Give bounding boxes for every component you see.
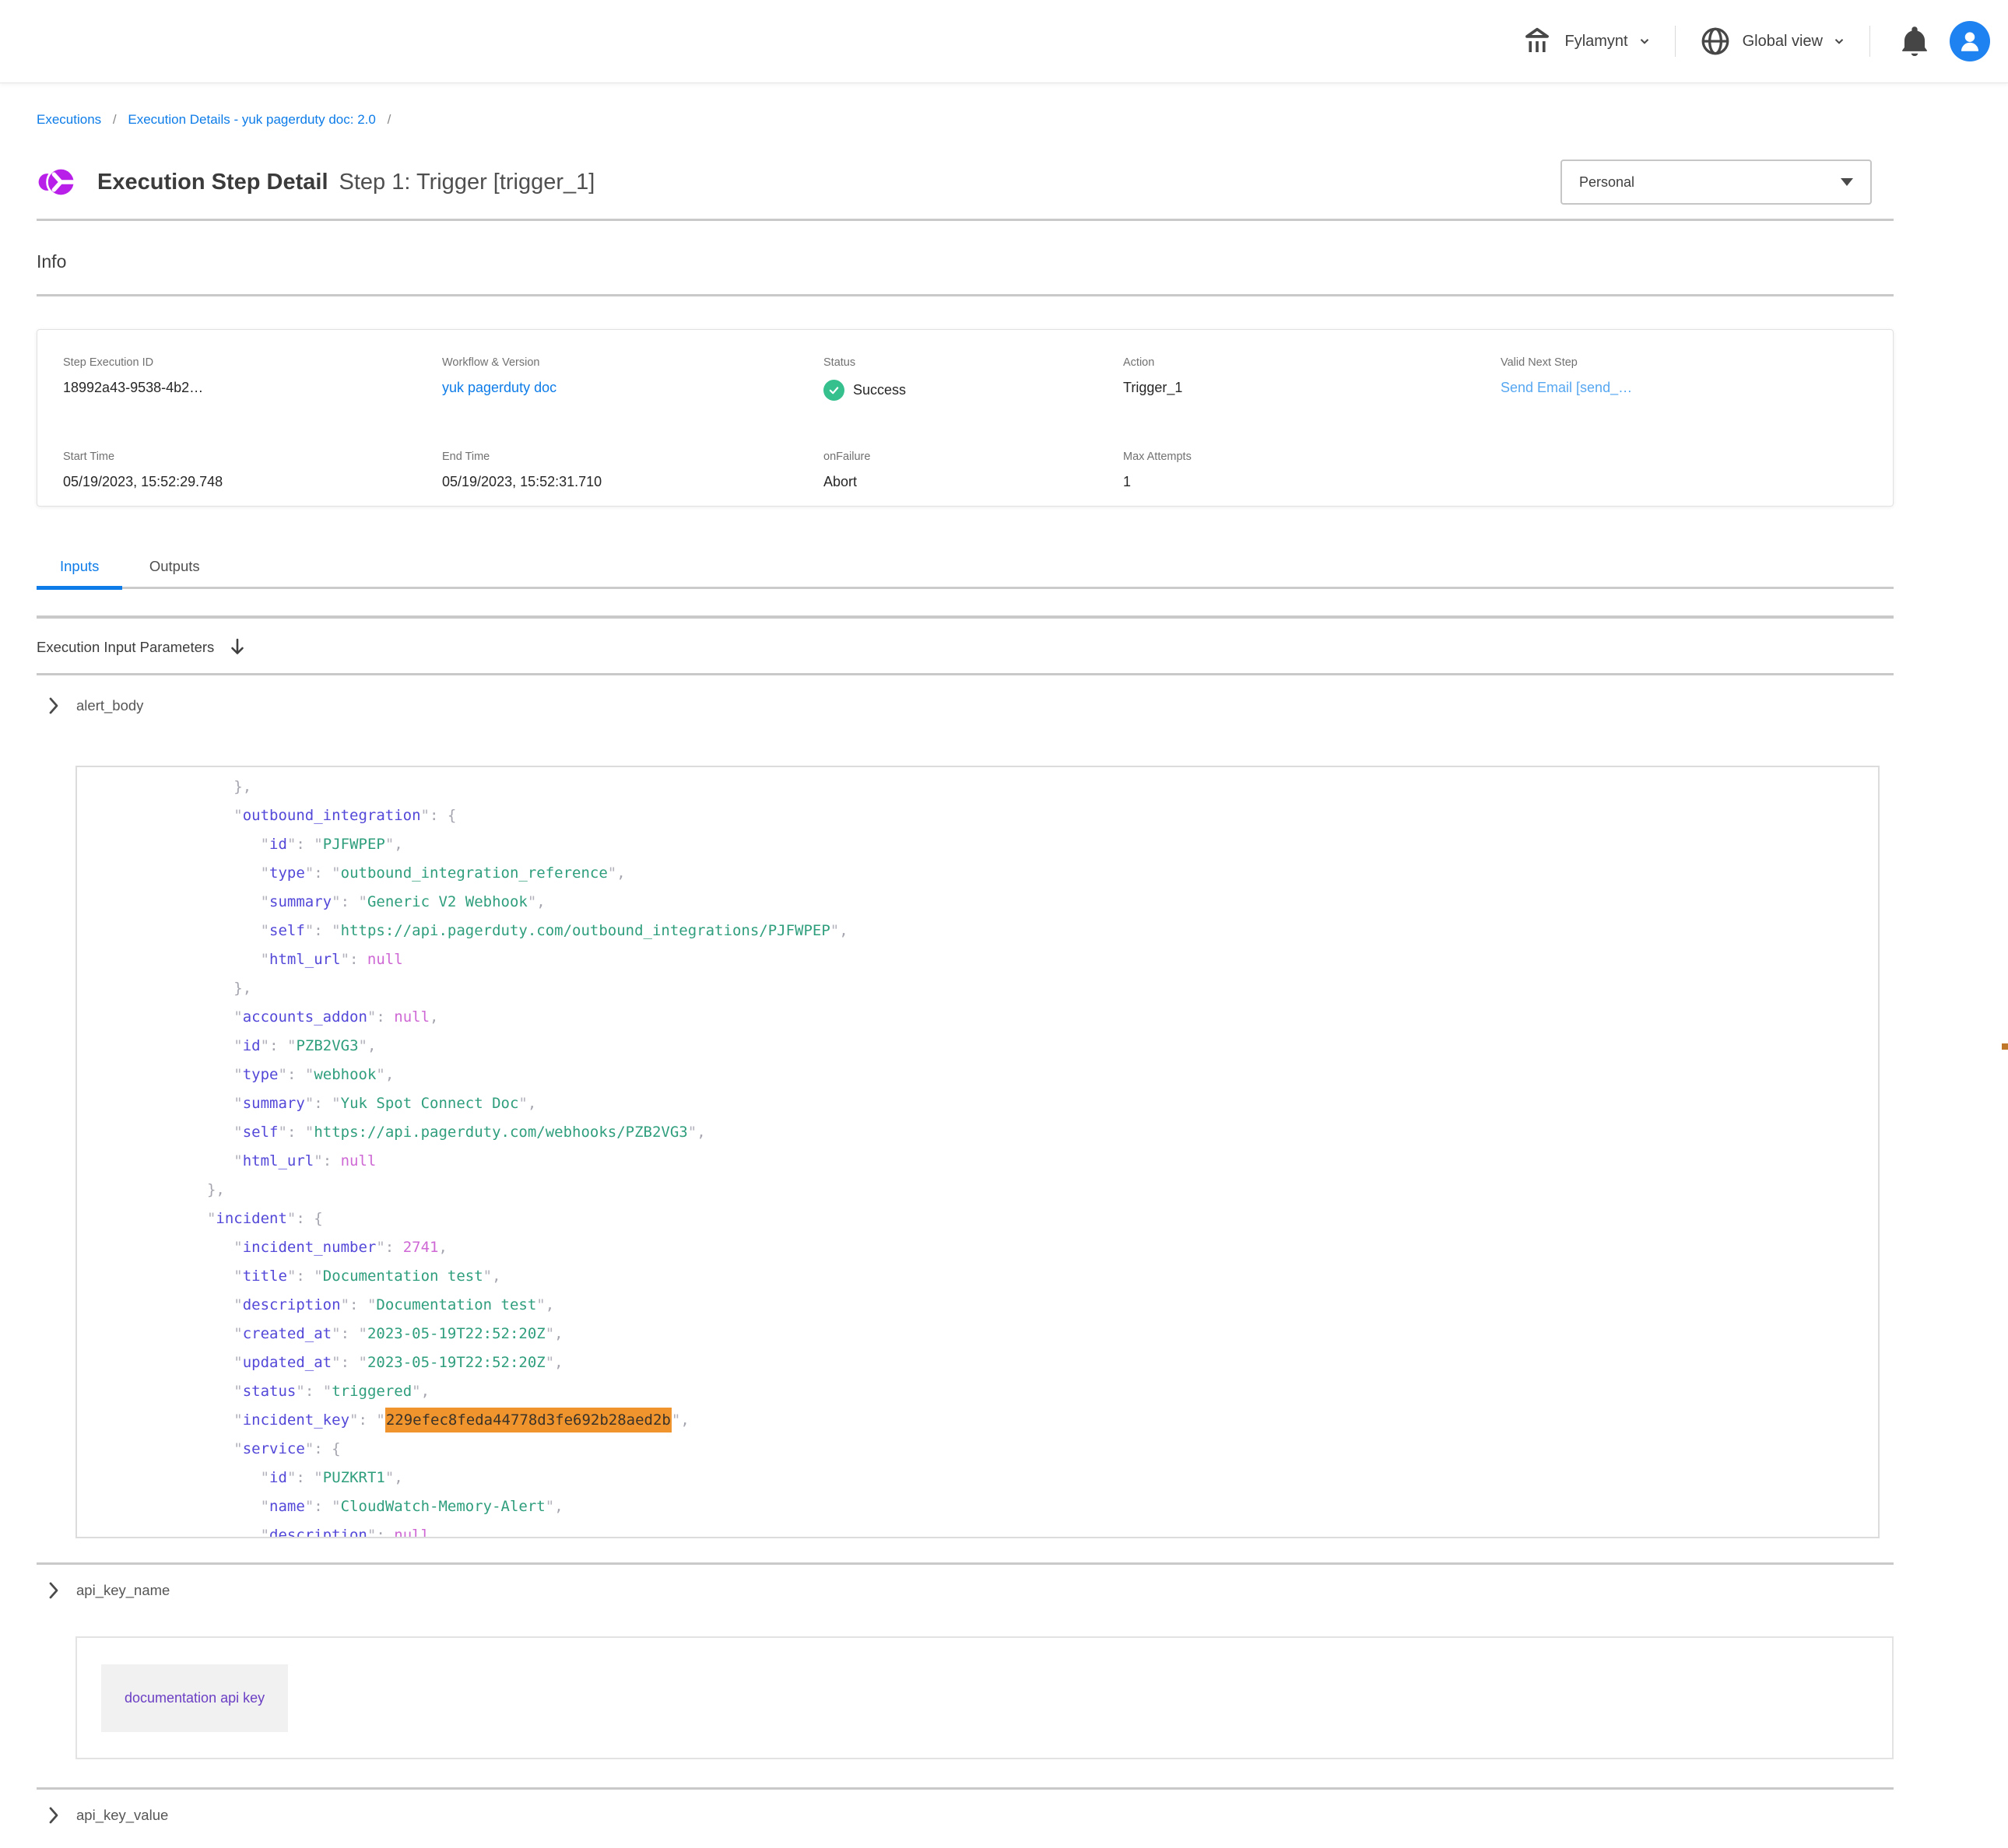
chevron-down-icon: [1832, 34, 1846, 48]
section-label: api_key_name: [76, 1582, 170, 1599]
topbar-divider: [1869, 26, 1870, 57]
section-label: alert_body: [76, 697, 143, 714]
field-workflow-version: Workflow & Version yuk pagerduty doc: [442, 356, 823, 416]
field-label: Action: [1123, 356, 1501, 369]
json-code-viewer[interactable]: "html_url": "https://fylamynt.pagerduty.…: [75, 766, 1880, 1538]
tab-bar: Inputs Outputs: [37, 558, 1894, 589]
view-label: Global view: [1743, 33, 1823, 51]
info-section-heading: Info: [37, 251, 1894, 272]
field-label: End Time: [442, 451, 823, 463]
field-label: Valid Next Step: [1501, 356, 1893, 369]
divider: [37, 1787, 1894, 1790]
divider: [37, 294, 1894, 296]
field-label: Start Time: [63, 451, 442, 463]
tab-outputs[interactable]: Outputs: [126, 558, 223, 587]
org-label: Fylamynt: [1564, 33, 1627, 51]
status-text: Success: [853, 382, 906, 398]
breadcrumb-separator: /: [388, 112, 391, 127]
divider: [37, 615, 1894, 619]
field-on-failure: onFailure Abort: [823, 451, 1123, 506]
scope-select-value: Personal: [1579, 174, 1634, 191]
field-value: Abort: [823, 474, 1123, 490]
person-icon: [1957, 28, 1983, 54]
caret-down-icon: [1841, 178, 1853, 186]
breadcrumb-link-execution-details[interactable]: Execution Details - yuk pagerduty doc: 2…: [128, 112, 375, 127]
field-value: Trigger_1: [1123, 380, 1501, 396]
search-result-scroll-marker: [2002, 1043, 2008, 1050]
divider: [37, 219, 1894, 221]
chevron-right-icon[interactable]: [48, 1581, 59, 1600]
field-start-time: Start Time 05/19/2023, 15:52:29.748: [63, 451, 442, 506]
topbar: Fylamynt Global view: [0, 0, 2008, 83]
tab-inputs[interactable]: Inputs: [37, 558, 122, 587]
field-step-execution-id: Step Execution ID 18992a43-9538-4b2…: [63, 356, 442, 416]
chevron-right-icon[interactable]: [48, 696, 59, 715]
field-value: 18992a43-9538-4b2…: [63, 380, 442, 396]
field-status: Status Success: [823, 356, 1123, 416]
institution-icon: [1521, 25, 1553, 58]
field-max-attempts: Max Attempts 1: [1123, 451, 1501, 506]
page-title: Execution Step Detail: [97, 170, 328, 195]
field-value: 05/19/2023, 15:52:29.748: [63, 474, 442, 490]
field-label: Workflow & Version: [442, 356, 823, 369]
info-card: Step Execution ID 18992a43-9538-4b2… Wor…: [37, 329, 1894, 507]
execution-input-parameters-heading: Execution Input Parameters: [37, 639, 214, 656]
topbar-divider: [1675, 26, 1676, 57]
workflow-icon: [37, 162, 77, 202]
breadcrumb: Executions / Execution Details - yuk pag…: [37, 111, 1894, 128]
notifications-button[interactable]: [1897, 23, 1933, 59]
field-end-time: End Time 05/19/2023, 15:52:31.710: [442, 451, 823, 506]
bell-icon: [1897, 23, 1933, 59]
user-avatar[interactable]: [1950, 21, 1990, 61]
next-step-link[interactable]: Send Email [send_…: [1501, 380, 1893, 396]
section-alert-body[interactable]: alert_body: [37, 696, 1894, 716]
view-switcher[interactable]: Global view: [1699, 25, 1846, 58]
api-key-name-chip: documentation api key: [101, 1664, 288, 1732]
check-circle-icon: [823, 380, 844, 401]
globe-icon: [1699, 25, 1732, 58]
field-label: onFailure: [823, 451, 1123, 463]
section-api-key-name[interactable]: api_key_name: [37, 1580, 1894, 1601]
download-arrow-icon[interactable]: [228, 637, 247, 657]
breadcrumb-separator: /: [113, 112, 117, 127]
org-switcher[interactable]: Fylamynt: [1521, 25, 1651, 58]
section-api-key-value[interactable]: api_key_value: [37, 1805, 1894, 1825]
divider: [37, 673, 1894, 675]
workflow-link[interactable]: yuk pagerduty doc: [442, 380, 823, 396]
api-key-name-panel: documentation api key: [75, 1636, 1894, 1759]
field-label: Status: [823, 356, 1123, 369]
scope-select[interactable]: Personal: [1560, 160, 1872, 205]
field-label: Step Execution ID: [63, 356, 442, 369]
chevron-down-icon: [1638, 34, 1652, 48]
chevron-right-icon[interactable]: [48, 1806, 59, 1825]
divider: [37, 1562, 1894, 1565]
json-code: "html_url": "https://fylamynt.pagerduty.…: [77, 766, 1878, 1538]
page-subtitle: Step 1: Trigger [trigger_1]: [339, 170, 595, 195]
field-value: 1: [1123, 474, 1501, 490]
field-action: Action Trigger_1: [1123, 356, 1501, 416]
section-label: api_key_value: [76, 1807, 168, 1824]
breadcrumb-link-executions[interactable]: Executions: [37, 112, 101, 127]
field-value: 05/19/2023, 15:52:31.710: [442, 474, 823, 490]
field-label: Max Attempts: [1123, 451, 1501, 463]
field-valid-next-step: Valid Next Step Send Email [send_…: [1501, 356, 1893, 416]
